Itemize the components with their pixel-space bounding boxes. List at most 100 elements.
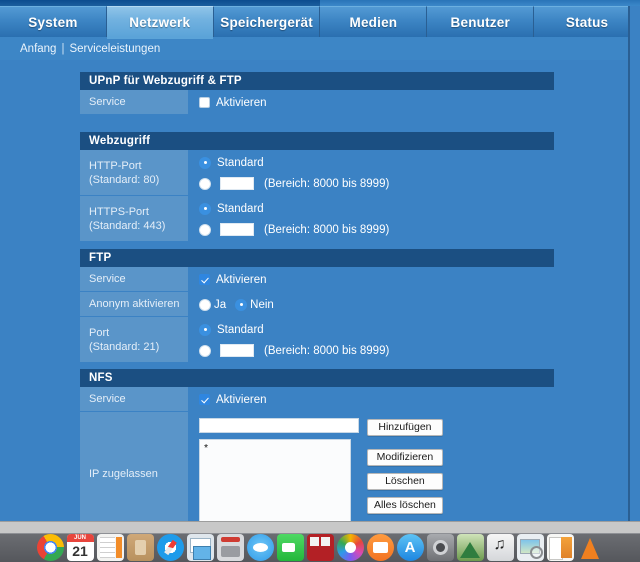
settings-content: UPnP für Webzugriff & FTP Service Aktivi…: [0, 60, 628, 521]
tab-medien[interactable]: Medien: [320, 6, 428, 37]
tab-benutzer-label: Benutzer: [450, 14, 510, 30]
https-port-standard-label: Standard: [217, 202, 264, 215]
https-port-range-hint: (Bereich: 8000 bis 8999): [264, 223, 390, 236]
tab-system-label: System: [28, 14, 78, 30]
ftp-enable-checkbox[interactable]: [199, 274, 210, 285]
http-port-label: HTTP-Port: [89, 159, 142, 172]
vlc-icon[interactable]: [577, 534, 604, 561]
row-nfs-ip-allowed: IP zugelassen * Hinzufügen Modifizieren …: [80, 412, 554, 521]
ftp-port-standard-label: Standard: [217, 323, 264, 336]
row-ftp-anonymous-label: Anonym aktivieren: [80, 292, 188, 317]
list-item[interactable]: *: [204, 442, 346, 454]
nfs-ip-controls: *: [199, 418, 359, 521]
nfs-ip-listbox[interactable]: *: [199, 439, 351, 521]
safari-icon[interactable]: [156, 534, 184, 561]
http-port-standard-label: Standard: [217, 156, 264, 169]
facetime-icon[interactable]: [276, 534, 304, 561]
admin-page: System Netzwerk Speichergerät Medien Ben…: [0, 0, 640, 521]
breadcrumb: Anfang | Serviceleistungen: [0, 37, 640, 60]
delete-button[interactable]: Löschen: [367, 473, 443, 490]
https-port-standard-radio[interactable]: [199, 202, 211, 215]
vise-icon[interactable]: [216, 534, 244, 561]
https-port-label: HTTPS-Port: [89, 205, 149, 218]
mail-icon[interactable]: [186, 534, 214, 561]
nfs-ip-buttons: Hinzufügen Modifizieren Löschen Alles lö…: [367, 418, 443, 514]
https-port-custom-input[interactable]: [220, 223, 254, 236]
screen: System Netzwerk Speichergerät Medien Ben…: [0, 0, 640, 562]
chrome-icon[interactable]: [36, 534, 64, 561]
row-nfs-service: Service Aktivieren: [80, 387, 554, 412]
http-port-standard-radio[interactable]: [199, 156, 211, 169]
row-upnp-service-field: Aktivieren: [188, 90, 554, 115]
http-port-range-hint: (Bereich: 8000 bis 8999): [264, 177, 390, 190]
numbers-icon[interactable]: [96, 534, 124, 561]
preview-icon[interactable]: [516, 534, 544, 561]
tab-netzwerk-label: Netzwerk: [129, 14, 191, 30]
desktop-strip: [0, 521, 640, 533]
nfs-ip-input[interactable]: [199, 418, 359, 433]
garageband-icon[interactable]: [486, 534, 514, 561]
breadcrumb-separator: |: [61, 42, 65, 55]
system-preferences-icon[interactable]: [426, 534, 454, 561]
tab-speichergeraet[interactable]: Speichergerät: [213, 6, 321, 37]
https-port-sublabel: (Standard: 443): [89, 219, 166, 232]
ftp-anonymous-no-radio[interactable]: [235, 298, 248, 311]
section-ftp-title: FTP: [80, 249, 554, 267]
ftp-port-label: Port: [89, 326, 110, 339]
row-upnp-service-label: Service: [80, 90, 188, 115]
row-ftp-port-field: Standard (Bereich: 8000 bis 8999): [188, 317, 554, 363]
https-port-custom-radio[interactable]: [199, 223, 211, 236]
row-http-port-field: Standard (Bereich: 8000 bis 8999): [188, 150, 554, 196]
modify-button[interactable]: Modifizieren: [367, 449, 443, 466]
ibooks-icon[interactable]: [366, 534, 394, 561]
tab-benutzer[interactable]: Benutzer: [427, 6, 535, 37]
section-nfs-title: NFS: [80, 369, 554, 387]
photo-booth-icon[interactable]: [306, 534, 334, 561]
photos-icon[interactable]: [336, 534, 364, 561]
breadcrumb-current: Serviceleistungen: [69, 42, 161, 55]
tab-status[interactable]: Status: [534, 6, 640, 37]
row-ftp-service-field: Aktivieren: [188, 267, 554, 292]
ftp-port-standard-radio[interactable]: [199, 323, 211, 336]
tab-netzwerk[interactable]: Netzwerk: [106, 6, 214, 39]
ftp-anonymous-no-label: Nein: [250, 298, 274, 311]
section-webzugriff-title: Webzugriff: [80, 132, 554, 150]
breadcrumb-home-link[interactable]: Anfang: [20, 43, 56, 55]
http-port-sublabel: (Standard: 80): [89, 173, 160, 186]
ftp-anonymous-yes-radio[interactable]: [199, 298, 211, 311]
contacts-icon[interactable]: [126, 534, 154, 561]
pages-icon[interactable]: [546, 534, 574, 561]
main-tab-bar: System Netzwerk Speichergerät Medien Ben…: [0, 6, 640, 39]
section-upnp-title: UPnP für Webzugriff & FTP: [80, 72, 554, 90]
row-ftp-anonymous: Anonym aktivieren Ja Nein: [80, 292, 554, 317]
upnp-enable-label: Aktivieren: [216, 96, 267, 109]
section-nfs: NFS Service Aktivieren IP zugelassen * H…: [80, 369, 554, 521]
calendar-icon[interactable]: JUN 21: [66, 534, 94, 561]
ftp-port-custom-radio[interactable]: [199, 344, 211, 357]
delete-all-button[interactable]: Alles löschen: [367, 497, 443, 514]
add-button[interactable]: Hinzufügen: [367, 419, 443, 436]
app-store-icon[interactable]: A: [396, 534, 424, 561]
nfs-enable-checkbox[interactable]: [199, 394, 210, 405]
section-webzugriff: Webzugriff HTTP-Port (Standard: 80) Stan…: [80, 132, 554, 242]
tab-speichergeraet-label: Speichergerät: [220, 14, 313, 30]
section-upnp: UPnP für Webzugriff & FTP Service Aktivi…: [80, 72, 554, 115]
row-ftp-port-label: Port (Standard: 21): [80, 317, 188, 363]
upnp-enable-checkbox[interactable]: [199, 97, 210, 108]
calendar-day-label: 21: [72, 543, 88, 559]
nfs-enable-label: Aktivieren: [216, 393, 267, 406]
messages-icon[interactable]: [246, 534, 274, 561]
http-port-custom-input[interactable]: [220, 177, 254, 190]
tab-system[interactable]: System: [0, 6, 107, 37]
ftp-enable-label: Aktivieren: [216, 273, 267, 286]
row-http-port: HTTP-Port (Standard: 80) Standard (Berei…: [80, 150, 554, 196]
row-upnp-service: Service Aktivieren: [80, 90, 554, 115]
http-port-custom-radio[interactable]: [199, 177, 211, 190]
row-http-port-label: HTTP-Port (Standard: 80): [80, 150, 188, 196]
row-ftp-port: Port (Standard: 21) Standard (Bereich: 8…: [80, 317, 554, 363]
aperture-icon[interactable]: [456, 534, 484, 561]
row-nfs-ip-allowed-label: IP zugelassen: [80, 412, 188, 521]
calendar-month-label: JUN: [66, 534, 94, 542]
row-https-port: HTTPS-Port (Standard: 443) Standard (Ber…: [80, 196, 554, 242]
ftp-port-custom-input[interactable]: [220, 344, 254, 357]
